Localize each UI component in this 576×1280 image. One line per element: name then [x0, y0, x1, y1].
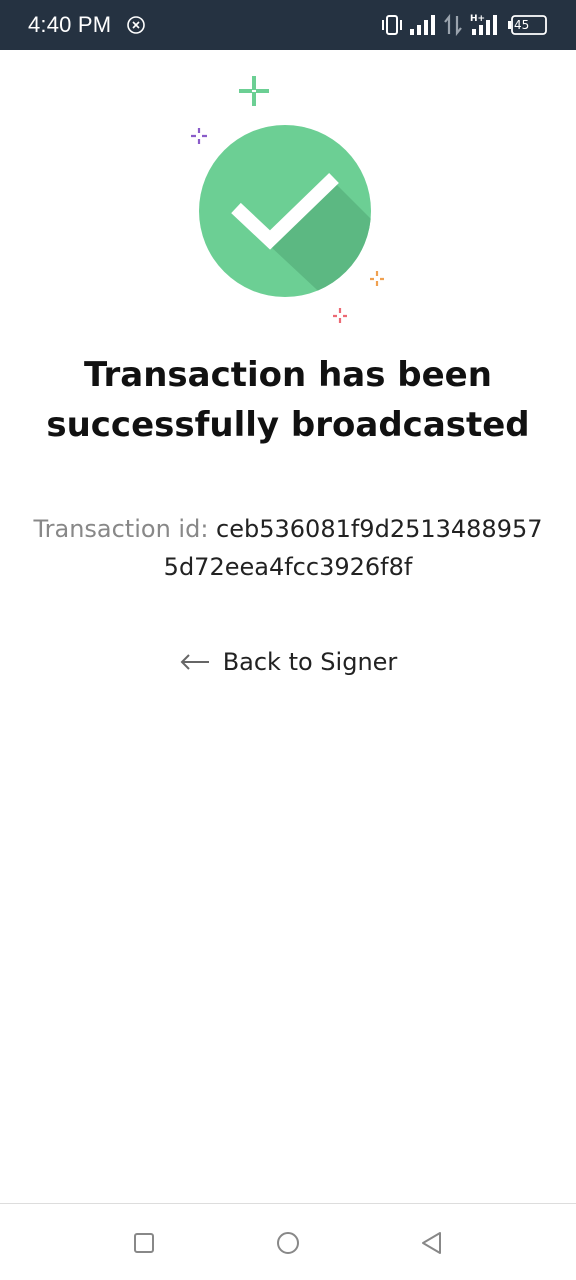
- transaction-id-block: Transaction id: ceb536081f9d25134889575d…: [30, 510, 546, 586]
- page-title: Transaction has been successfully broadc…: [0, 350, 576, 450]
- notification-x-icon: [127, 16, 145, 34]
- status-bar: 4:40 PM H+ 45: [0, 0, 576, 50]
- transaction-id-value: ceb536081f9d25134889575d72eea4fcc3926f8f: [163, 515, 543, 581]
- arrow-left-icon: [180, 654, 209, 670]
- back-icon[interactable]: [417, 1228, 447, 1258]
- title-line-1: Transaction has been: [84, 355, 492, 395]
- system-nav-bar: [0, 1203, 576, 1280]
- signal-icon: [410, 15, 435, 35]
- svg-text:H+: H+: [470, 14, 485, 24]
- hplus-icon: H+: [470, 14, 497, 35]
- back-to-signer-link[interactable]: Back to Signer: [0, 640, 576, 684]
- status-time: 4:40 PM: [28, 12, 112, 37]
- home-icon[interactable]: [273, 1228, 303, 1258]
- battery-level: 45: [514, 18, 530, 32]
- success-check-illustration: [191, 76, 384, 323]
- vibrate-icon: [382, 15, 402, 35]
- sparkle-purple-icon: [191, 128, 207, 144]
- sparkle-red-icon: [333, 308, 347, 323]
- transaction-id-label: Transaction id:: [33, 515, 209, 543]
- data-arrows-icon: [444, 14, 462, 36]
- recent-apps-icon[interactable]: [129, 1228, 159, 1258]
- title-line-2: successfully broadcasted: [46, 405, 530, 445]
- back-to-signer-label: Back to Signer: [222, 648, 398, 676]
- sparkle-green-icon: [239, 76, 269, 106]
- sparkle-orange-icon: [370, 271, 384, 286]
